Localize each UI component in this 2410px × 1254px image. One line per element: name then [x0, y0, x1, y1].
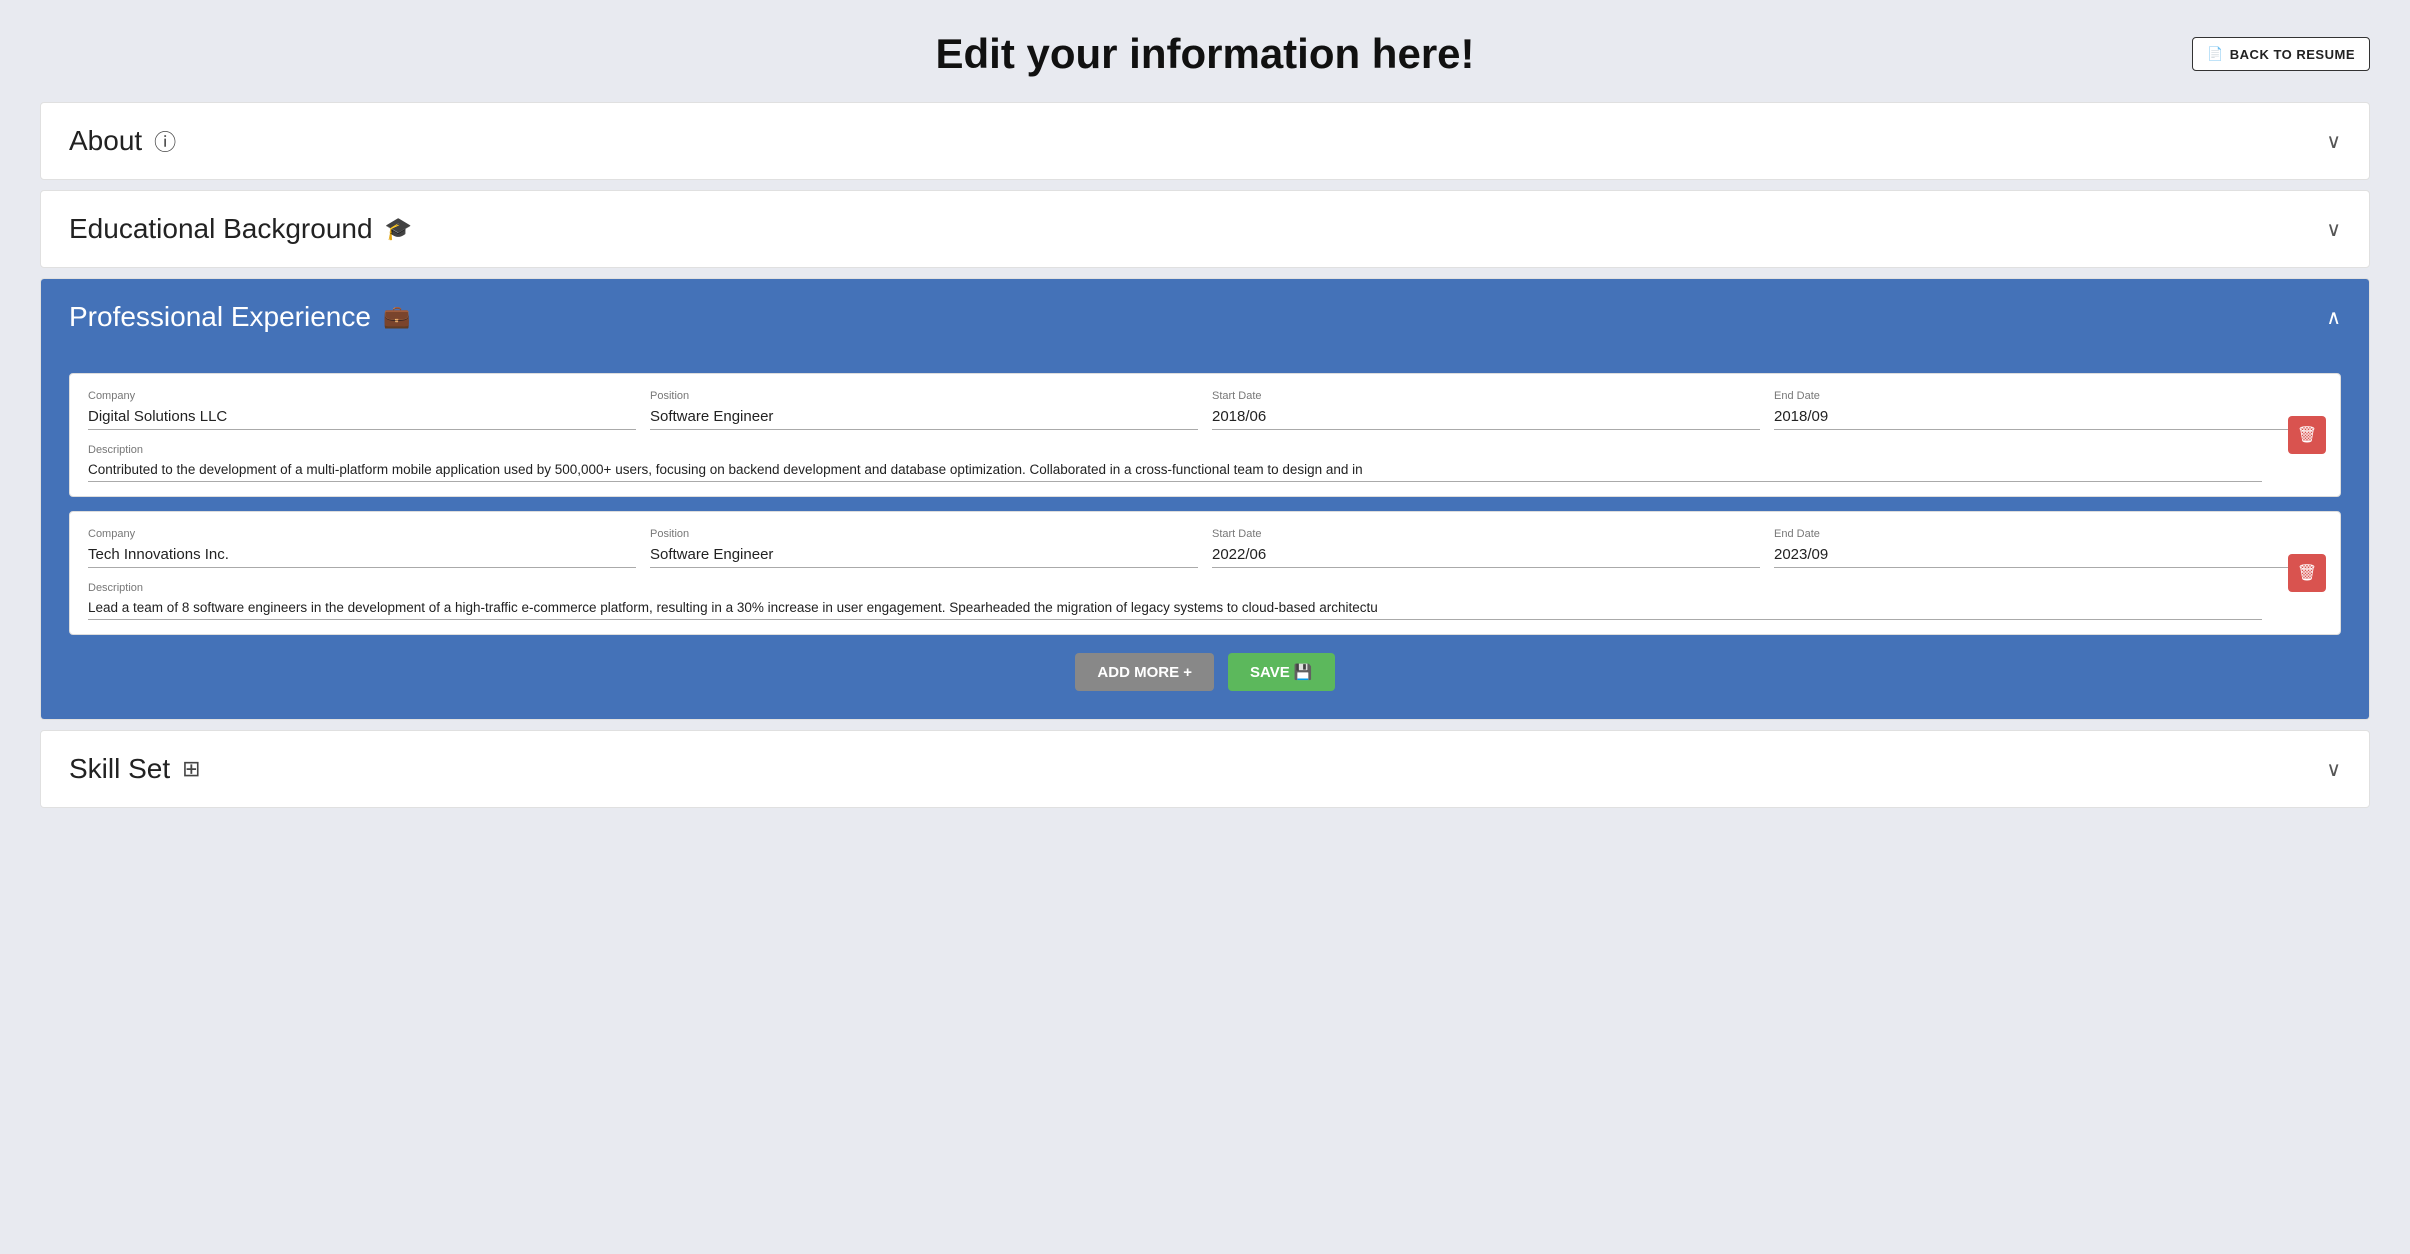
about-label: About — [69, 125, 142, 157]
experience-actions-row: ADD MORE + SAVE 💾 — [69, 653, 2341, 691]
entry-1-delete-button[interactable]: 🗑 — [2288, 416, 2326, 454]
entry-2-company-input[interactable] — [88, 544, 636, 568]
page-title: Edit your information here! — [935, 30, 1474, 78]
about-chevron-icon: ∨ — [2326, 129, 2341, 154]
skill-set-header[interactable]: Skill Set ⊞ ∨ — [41, 731, 2369, 807]
educational-background-header[interactable]: Educational Background 🎓 ∨ — [41, 191, 2369, 267]
save-label: SAVE 💾 — [1250, 663, 1313, 681]
professional-experience-body: Company Position Start Date End Date Des… — [41, 355, 2369, 719]
skill-set-section: Skill Set ⊞ ∨ — [40, 730, 2370, 808]
entry-1-company-input[interactable] — [88, 406, 636, 430]
skill-set-title: Skill Set ⊞ — [69, 753, 201, 785]
entry-1-end-date-group: End Date — [1774, 390, 2322, 430]
educational-background-label: Educational Background — [69, 213, 373, 245]
entry-1-fields-row: Company Position Start Date End Date — [88, 390, 2322, 430]
skill-set-label: Skill Set — [69, 753, 170, 785]
info-icon: ⓘ — [154, 125, 176, 157]
entry-2-position-label: Position — [650, 528, 1198, 540]
entry-1-description-input[interactable] — [88, 460, 2262, 482]
about-section: About ⓘ ∨ — [40, 102, 2370, 180]
entry-1-company-label: Company — [88, 390, 636, 402]
entry-2-position-input[interactable] — [650, 544, 1198, 568]
skill-set-chevron-icon: ∨ — [2326, 757, 2341, 782]
professional-experience-chevron-icon: ∧ — [2326, 305, 2341, 330]
entry-2-description-label: Description — [88, 582, 2262, 594]
professional-experience-header[interactable]: Professional Experience 💼 ∧ — [41, 279, 2369, 355]
entry-2-description-input[interactable] — [88, 598, 2262, 620]
back-to-resume-button[interactable]: 📄 BACK TO RESUME — [2192, 37, 2370, 71]
skill-set-icon: ⊞ — [182, 756, 200, 782]
entry-1-description-row: Description — [88, 444, 2262, 482]
add-more-button[interactable]: ADD MORE + — [1075, 653, 1214, 691]
entry-2-end-date-input[interactable] — [1774, 544, 2322, 568]
entry-1-start-date-group: Start Date — [1212, 390, 1760, 430]
educational-background-title: Educational Background 🎓 — [69, 213, 412, 245]
back-to-resume-label: BACK TO RESUME — [2230, 47, 2355, 62]
entry-1-end-date-input[interactable] — [1774, 406, 2322, 430]
entry-2-end-date-group: End Date — [1774, 528, 2322, 568]
professional-experience-title: Professional Experience 💼 — [69, 301, 410, 333]
entry-2-start-date-input[interactable] — [1212, 544, 1760, 568]
page-header: Edit your information here! 📄 BACK TO RE… — [40, 30, 2370, 78]
entry-1-end-date-label: End Date — [1774, 390, 2322, 402]
entry-2-start-date-group: Start Date — [1212, 528, 1760, 568]
experience-entry-1: Company Position Start Date End Date Des… — [69, 373, 2341, 497]
about-section-title: About ⓘ — [69, 125, 176, 157]
professional-experience-label: Professional Experience — [69, 301, 371, 333]
briefcase-icon: 💼 — [383, 304, 410, 330]
graduation-icon: 🎓 — [385, 216, 412, 242]
entry-2-fields-row: Company Position Start Date End Date — [88, 528, 2322, 568]
experience-entry-2: Company Position Start Date End Date Des… — [69, 511, 2341, 635]
entry-2-end-date-label: End Date — [1774, 528, 2322, 540]
trash-icon-1: 🗑 — [2297, 425, 2317, 445]
trash-icon-2: 🗑 — [2297, 563, 2317, 583]
entry-1-position-input[interactable] — [650, 406, 1198, 430]
entry-1-start-date-label: Start Date — [1212, 390, 1760, 402]
educational-background-section: Educational Background 🎓 ∨ — [40, 190, 2370, 268]
entry-2-delete-button[interactable]: 🗑 — [2288, 554, 2326, 592]
entry-2-start-date-label: Start Date — [1212, 528, 1760, 540]
entry-2-company-label: Company — [88, 528, 636, 540]
entry-1-position-group: Position — [650, 390, 1198, 430]
entry-2-position-group: Position — [650, 528, 1198, 568]
entry-1-position-label: Position — [650, 390, 1198, 402]
entry-1-start-date-input[interactable] — [1212, 406, 1760, 430]
entry-1-company-group: Company — [88, 390, 636, 430]
entry-2-description-row: Description — [88, 582, 2262, 620]
add-more-label: ADD MORE + — [1097, 664, 1192, 681]
save-button[interactable]: SAVE 💾 — [1228, 653, 1335, 691]
professional-experience-section: Professional Experience 💼 ∧ Company Posi… — [40, 278, 2370, 720]
educational-background-chevron-icon: ∨ — [2326, 217, 2341, 242]
document-icon: 📄 — [2207, 46, 2224, 62]
entry-2-company-group: Company — [88, 528, 636, 568]
entry-1-description-label: Description — [88, 444, 2262, 456]
about-section-header[interactable]: About ⓘ ∨ — [41, 103, 2369, 179]
